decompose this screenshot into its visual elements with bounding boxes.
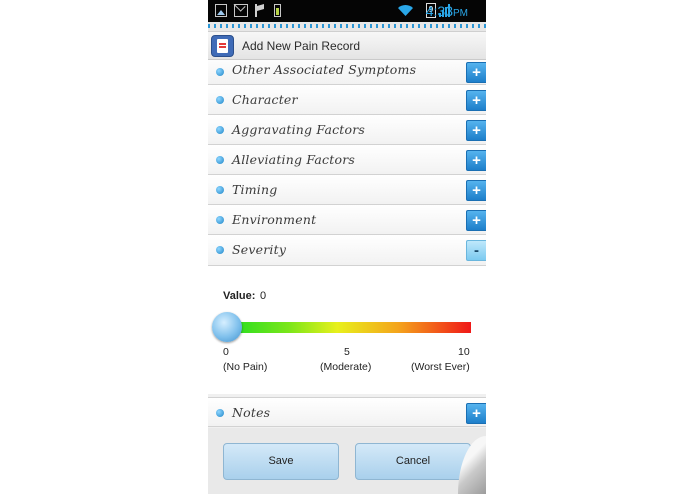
bullet-icon xyxy=(216,186,224,194)
expand-button[interactable]: + xyxy=(466,403,486,424)
scale-mid-label: 5 xyxy=(344,346,350,358)
scale-min-desc: (No Pain) xyxy=(223,361,268,373)
action-bar: Save Cancel xyxy=(208,428,486,494)
image-icon xyxy=(215,4,227,17)
battery-charging-icon xyxy=(274,4,281,17)
section-label: Other Associated Symptoms xyxy=(232,62,417,77)
scale-max-label: 10 xyxy=(458,346,470,358)
bullet-icon xyxy=(216,96,224,104)
expand-button[interactable]: + xyxy=(466,150,486,171)
scale-mid-desc: (Moderate) xyxy=(320,361,372,373)
wifi-icon xyxy=(398,5,413,16)
collapse-button[interactable]: - xyxy=(466,240,486,261)
section-label: Alleviating Factors xyxy=(232,152,355,167)
bullet-icon xyxy=(216,216,224,224)
scale-min-label: 0 xyxy=(223,346,229,358)
page-title: Add New Pain Record xyxy=(242,39,361,53)
section-label: Notes xyxy=(232,405,271,420)
section-aggravating-factors[interactable]: Aggravating Factors + xyxy=(208,115,486,145)
bullet-icon xyxy=(216,156,224,164)
bullet-icon xyxy=(216,68,224,76)
expand-button[interactable]: + xyxy=(466,180,486,201)
section-label: Environment xyxy=(232,212,317,227)
bullet-icon xyxy=(216,126,224,134)
section-label: Character xyxy=(232,92,298,107)
expand-button[interactable]: + xyxy=(466,90,486,111)
expand-button[interactable]: + xyxy=(466,210,486,231)
severity-slider-track[interactable] xyxy=(228,322,471,333)
expand-button[interactable]: + xyxy=(466,62,486,83)
cancel-button[interactable]: Cancel xyxy=(355,443,471,480)
scale-max-desc: (Worst Ever) xyxy=(411,361,470,373)
app-header-overlay: Add New Pain Record xyxy=(208,32,486,60)
section-severity[interactable]: Severity - xyxy=(208,235,486,266)
bullet-icon xyxy=(216,409,224,417)
flag-icon xyxy=(255,4,264,17)
value-label: Value: xyxy=(223,290,256,302)
status-clock: 4:33PM xyxy=(425,3,468,19)
section-timing[interactable]: Timing + xyxy=(208,175,486,205)
severity-slider-thumb[interactable] xyxy=(212,312,242,342)
status-bar: 9 4:33PM xyxy=(208,0,486,22)
notebook-icon xyxy=(211,35,234,57)
severity-panel: Value: 0 0 5 10 (No Pain) (Moderate) (Wo… xyxy=(208,266,486,394)
mail-icon xyxy=(234,4,248,17)
notebook-spiral xyxy=(208,22,486,32)
phone-screen: 9 4:33PM Add New Pain Record Other Assoc… xyxy=(208,0,486,494)
expand-button[interactable]: + xyxy=(466,120,486,141)
section-label: Timing xyxy=(232,182,278,197)
section-character[interactable]: Character + xyxy=(208,85,486,115)
section-label: Severity xyxy=(232,242,287,257)
section-alleviating-factors[interactable]: Alleviating Factors + xyxy=(208,145,486,175)
section-label: Aggravating Factors xyxy=(232,122,366,137)
section-environment[interactable]: Environment + xyxy=(208,205,486,235)
bullet-icon xyxy=(216,246,224,254)
section-notes[interactable]: Notes + xyxy=(208,397,486,427)
save-button[interactable]: Save xyxy=(223,443,339,480)
value-readout: 0 xyxy=(260,290,267,302)
